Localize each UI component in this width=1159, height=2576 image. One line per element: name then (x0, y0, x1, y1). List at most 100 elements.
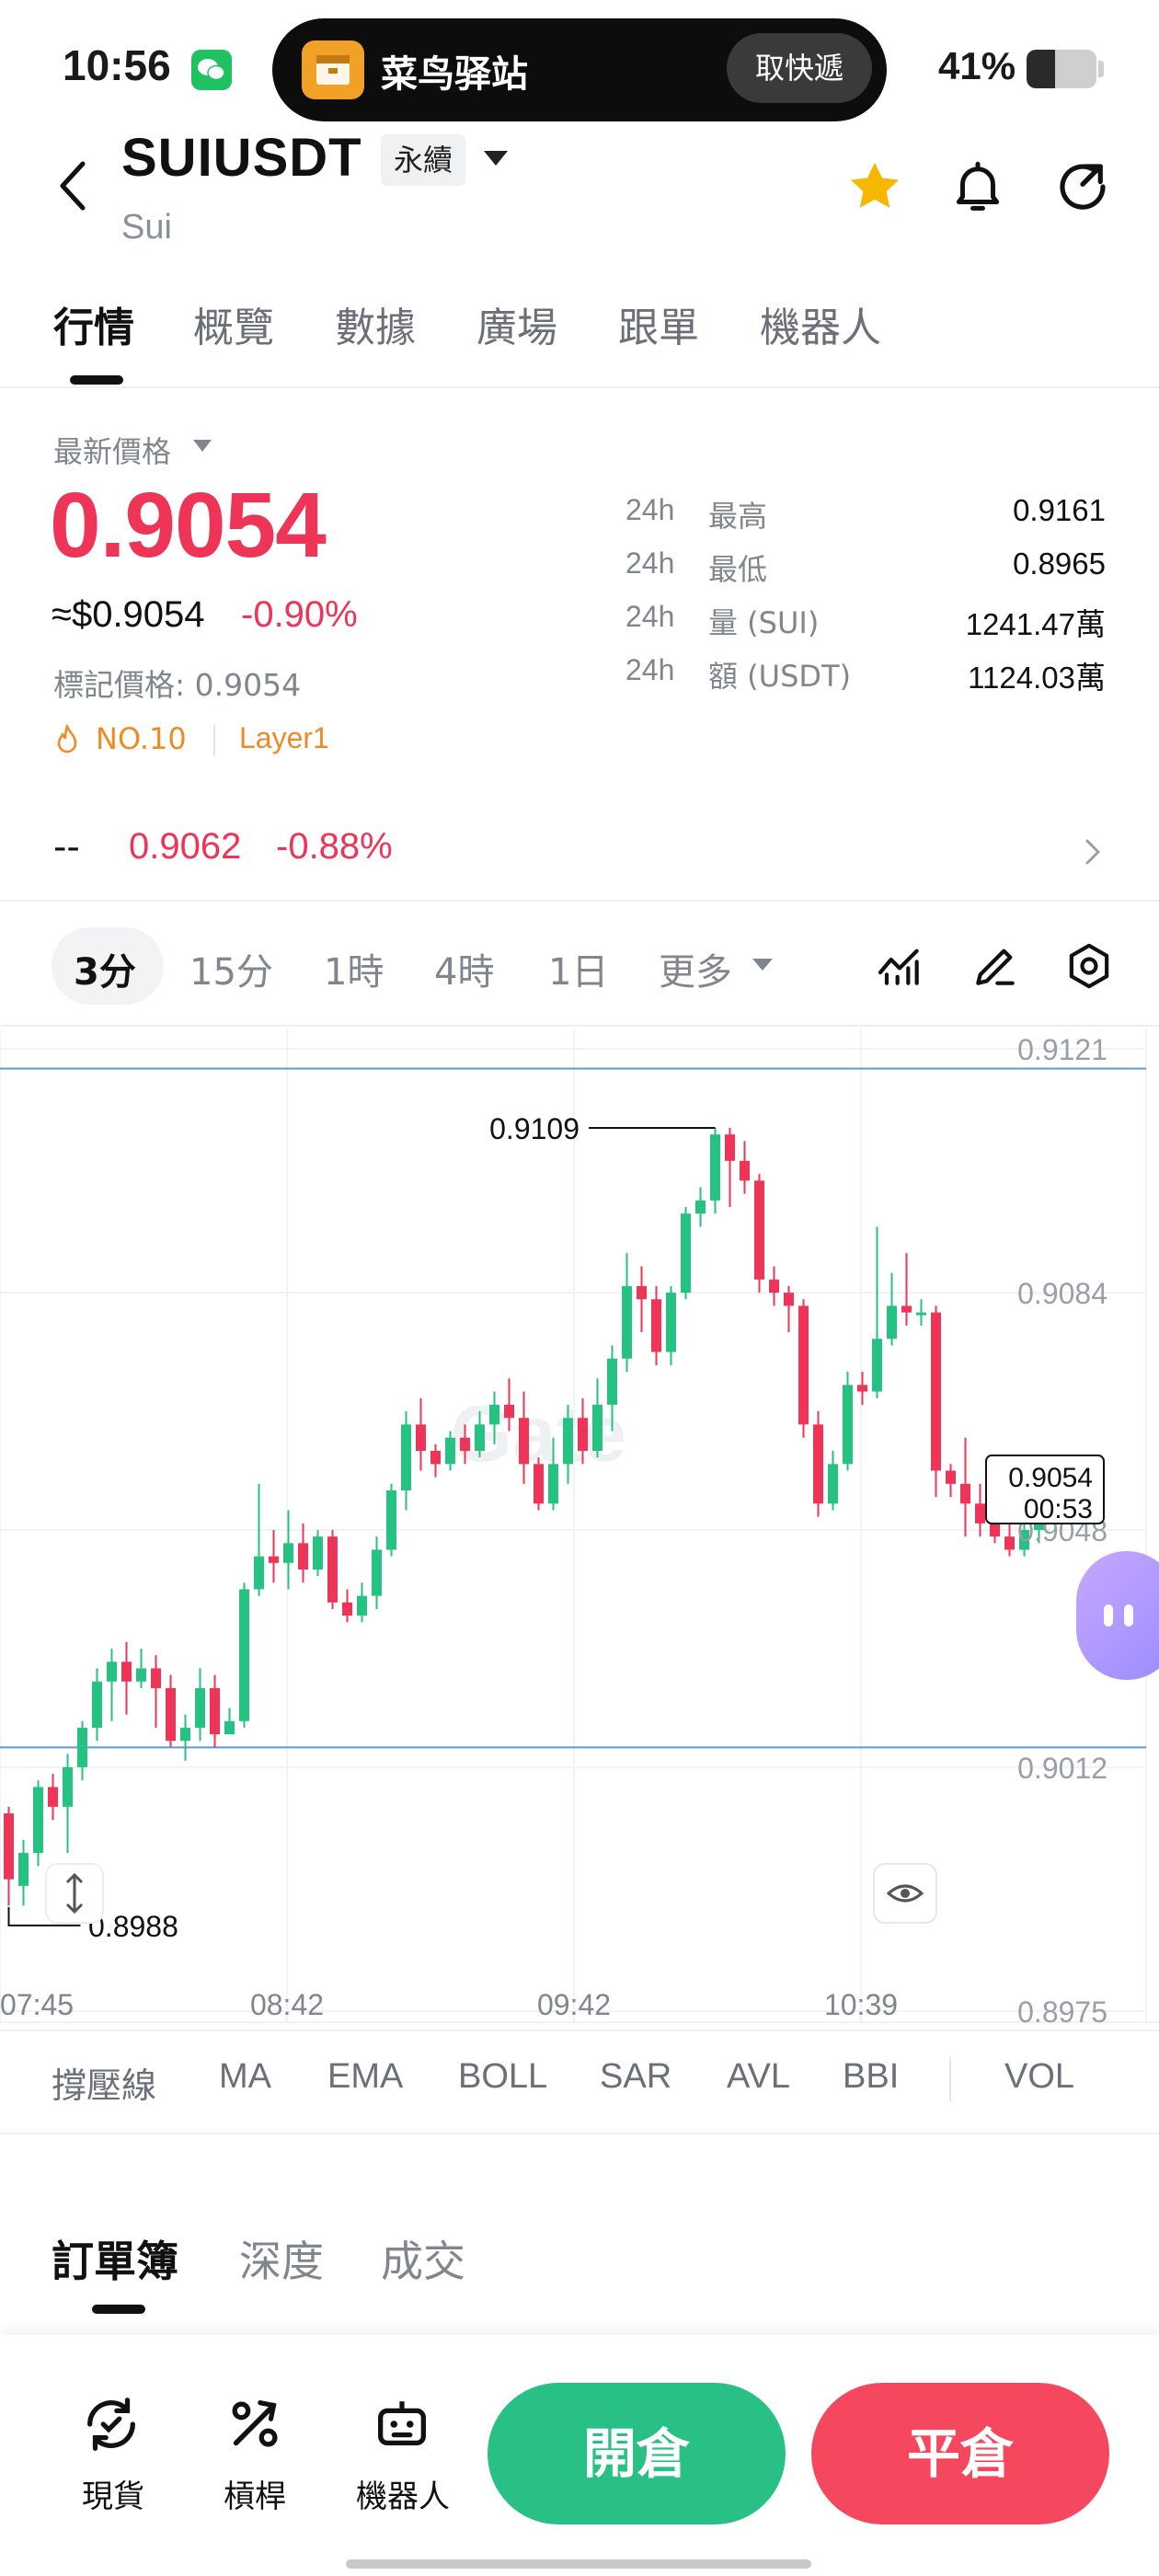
y-tick-label: 0.9121 (1017, 1033, 1107, 1066)
candle-body (622, 1285, 632, 1359)
latest-price-caret-icon[interactable] (193, 440, 212, 452)
spot-swap-icon[interactable] (79, 2392, 143, 2456)
nav-bot-label[interactable]: 機器人 (348, 2471, 458, 2516)
active-orderbook-tab-indicator (92, 2305, 145, 2314)
candle-body (887, 1305, 897, 1340)
latest-price-label[interactable]: 最新價格 (53, 429, 171, 471)
candle-body (960, 1483, 970, 1504)
pair-subtitle: Sui (121, 208, 172, 247)
nav-margin-label[interactable]: 槓桿 (213, 2471, 296, 2516)
settings-gear-icon[interactable] (1063, 940, 1115, 992)
candle-body (239, 1589, 249, 1721)
pencil-draw-icon[interactable] (970, 940, 1021, 992)
candles (4, 1127, 1044, 1906)
chart-eye-button[interactable] (873, 1863, 937, 1924)
spot-price[interactable]: 0.9062 (129, 826, 241, 868)
tab-overview[interactable]: 概覽 (193, 294, 274, 353)
candle-body (578, 1418, 588, 1452)
current-price-label: 0.9054 (1008, 1463, 1093, 1493)
category-tag[interactable]: Layer1 (239, 721, 329, 755)
divider (0, 1025, 1159, 1027)
candle-body (224, 1720, 235, 1735)
robot-icon[interactable] (370, 2392, 434, 2456)
tab-bot[interactable]: 機器人 (760, 294, 881, 353)
candle-body (504, 1404, 514, 1419)
high-annotation: 0.9109 (489, 1112, 580, 1145)
candle-body (180, 1727, 190, 1742)
indicator-chart-icon[interactable] (874, 940, 925, 992)
candle-body (931, 1312, 941, 1471)
tab-copy-trade[interactable]: 跟單 (618, 294, 699, 353)
chart-scale-handle-icon[interactable] (45, 1863, 104, 1924)
candle-body (195, 1687, 205, 1728)
candle-body (813, 1424, 823, 1504)
assistant-float-button[interactable] (1076, 1551, 1159, 1680)
spot-label[interactable]: -- (53, 826, 80, 868)
candle-body (254, 1556, 264, 1590)
indicator-support-resistance[interactable]: 撐壓線 (52, 2057, 156, 2108)
indicator-vol[interactable]: VOL (1004, 2057, 1074, 2097)
chart-grid (0, 1029, 1159, 2023)
close-position-button[interactable]: 平倉 (811, 2383, 1109, 2524)
bell-icon[interactable] (947, 156, 1008, 217)
stat-value-turnover: 1124.03萬 (968, 661, 1106, 695)
candlestick-chart[interactable]: Gate 0.91210.90840.90480.90120.8975 07:4… (0, 1029, 1159, 2041)
tab-orderbook[interactable]: 訂單簿 (52, 2228, 178, 2289)
candle-body (828, 1464, 838, 1504)
stat-value-low: 0.8965 (1013, 546, 1106, 581)
candle-body (445, 1437, 455, 1465)
island-pickup-button[interactable]: 取快遞 (727, 33, 872, 103)
candle-body (210, 1687, 220, 1735)
candle-body (710, 1134, 720, 1201)
candle-body (166, 1687, 176, 1742)
candle-body (48, 1787, 58, 1807)
candle-body (754, 1180, 764, 1280)
indicator-ma[interactable]: MA (219, 2057, 271, 2097)
tab-data[interactable]: 數據 (335, 294, 416, 353)
chevron-right-icon[interactable] (1080, 834, 1106, 870)
stat-value-high: 0.9161 (1013, 493, 1106, 527)
tab-trades[interactable]: 成交 (381, 2228, 465, 2289)
pair-dropdown-caret-icon[interactable] (484, 151, 508, 166)
status-time: 10:56 (63, 41, 171, 89)
back-arrow-icon[interactable] (55, 158, 92, 213)
candle-body (269, 1556, 279, 1563)
indicator-bbi[interactable]: BBI (843, 2057, 899, 2097)
stat-period: 24h (625, 600, 675, 633)
pair-title[interactable]: SUIUSDT (121, 127, 362, 189)
timeframe-15m[interactable]: 15分 (189, 942, 273, 995)
share-icon[interactable] (1052, 156, 1113, 217)
indicator-ema[interactable]: EMA (327, 2057, 403, 2097)
rank-tag[interactable]: NO.10 (96, 721, 187, 756)
candle-body (386, 1490, 396, 1550)
tab-market[interactable]: 行情 (53, 294, 134, 353)
candle-body (18, 1853, 29, 1886)
chart-annotations: 0.91090.89880.905400:53 (7, 1112, 1105, 1943)
indicator-avl[interactable]: AVL (727, 2057, 790, 2097)
timeframe-more-caret-icon[interactable] (752, 959, 773, 971)
timeframe-1h[interactable]: 1時 (324, 942, 384, 995)
spot-change[interactable]: -0.88% (276, 826, 393, 868)
margin-percent-icon[interactable] (223, 2392, 287, 2456)
tab-depth[interactable]: 深度 (239, 2228, 324, 2289)
divider (0, 2030, 1159, 2031)
stat-label-turnover: 額 (USDT) (708, 659, 852, 694)
favorite-star-icon[interactable] (844, 156, 905, 217)
indicator-sar[interactable]: SAR (600, 2057, 671, 2097)
x-tick-label: 07:45 (0, 1988, 74, 2021)
stat-label-high: 最高 (708, 499, 768, 534)
timeframe-4h[interactable]: 4時 (434, 942, 494, 995)
timeframe-1d[interactable]: 1日 (548, 942, 608, 995)
timeframe-3m[interactable]: 3分 (74, 942, 136, 995)
stat-period: 24h (625, 653, 675, 686)
y-tick-label: 0.8975 (1017, 1995, 1107, 2029)
indicator-separator (949, 2057, 951, 2101)
timeframe-more[interactable]: 更多 (659, 942, 732, 995)
nav-spot-label[interactable]: 現貨 (72, 2471, 155, 2516)
home-indicator (346, 2559, 811, 2569)
tab-square[interactable]: 廣場 (476, 294, 557, 353)
candle-body (519, 1418, 529, 1465)
contract-type-tag[interactable]: 永續 (381, 134, 466, 186)
open-position-button[interactable]: 開倉 (488, 2383, 786, 2524)
indicator-boll[interactable]: BOLL (458, 2057, 547, 2097)
